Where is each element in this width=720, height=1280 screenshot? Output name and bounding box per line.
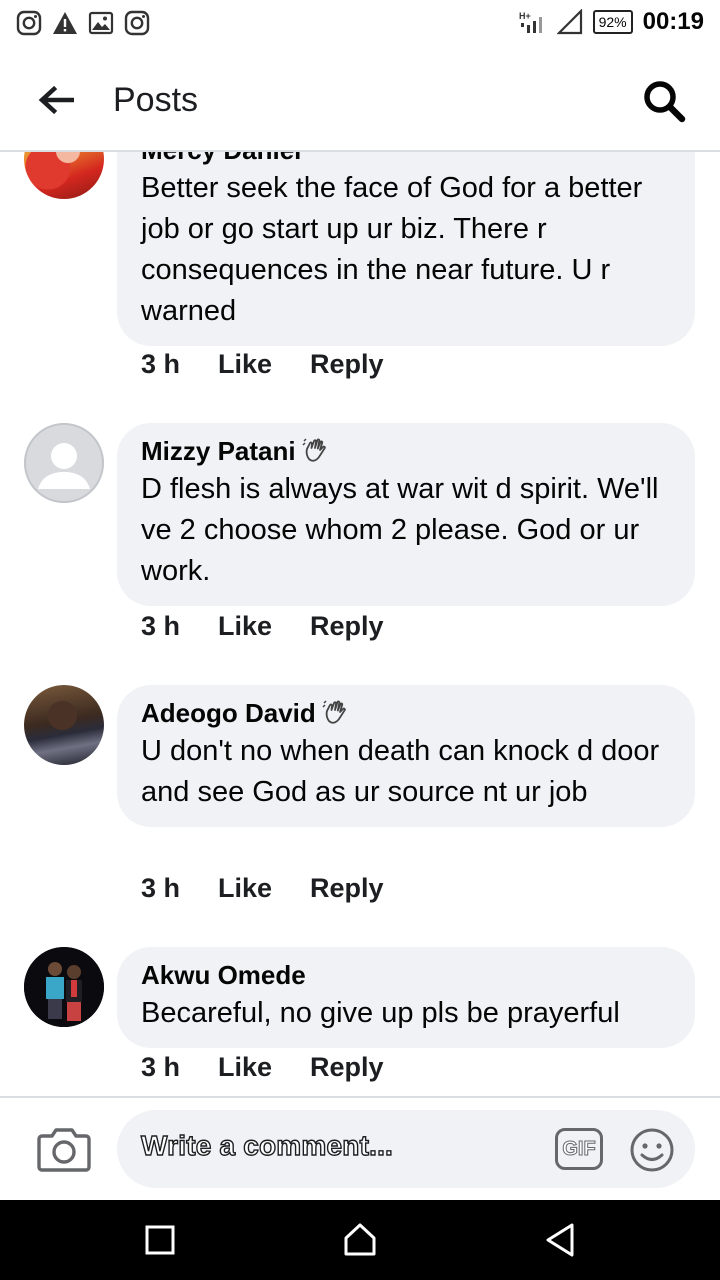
comment-author[interactable]: Mizzy Patani — [141, 433, 671, 469]
warning-icon — [53, 12, 77, 34]
reply-button[interactable]: Reply — [310, 349, 384, 380]
comment-author[interactable]: Mercy Daniel — [141, 152, 671, 168]
comment-text: D flesh is always at war wit d spirit. W… — [141, 473, 659, 587]
default-avatar-icon — [24, 423, 104, 503]
comment-text: Becareful, no give up pls be prayerful — [141, 997, 620, 1029]
comment-actions: 3 h Like Reply — [141, 1052, 384, 1083]
comment-input[interactable]: Write a comment... GIF — [117, 1110, 695, 1188]
instagram-icon — [16, 10, 42, 36]
network-icon: H+ — [519, 11, 542, 33]
notification-icons — [16, 10, 150, 36]
author-name[interactable]: Mizzy Patani — [141, 433, 296, 469]
search-button[interactable] — [636, 76, 692, 126]
back-button[interactable] — [32, 80, 80, 120]
avatar[interactable] — [24, 947, 104, 1027]
app-bar: Posts — [0, 48, 720, 152]
status-bar: H+ 92% 00:19 — [0, 0, 720, 48]
recents-icon[interactable] — [140, 1220, 180, 1260]
system-nav-bar — [0, 1200, 720, 1280]
comment-bubble[interactable]: Adeogo David U don't no when death can k… — [117, 685, 695, 827]
instagram-icon — [124, 10, 150, 36]
like-button[interactable]: Like — [218, 349, 310, 380]
status-indicators: H+ 92% 00:19 — [519, 8, 704, 36]
avatar[interactable] — [24, 685, 104, 765]
battery-indicator: 92% — [592, 10, 633, 34]
comment-bubble[interactable]: Akwu Omede Becareful, no give up pls be … — [117, 947, 695, 1048]
comment-time: 3 h — [141, 1052, 181, 1082]
back-triangle-icon[interactable] — [540, 1220, 580, 1260]
home-icon[interactable] — [340, 1220, 380, 1260]
comment-author[interactable]: Akwu Omede — [141, 957, 671, 993]
comment-composer: Write a comment... GIF — [0, 1096, 720, 1200]
author-name[interactable]: Adeogo David — [141, 695, 316, 731]
emoji-icon[interactable] — [629, 1127, 675, 1173]
new-member-badge-icon — [302, 438, 326, 462]
page-title: Posts — [113, 81, 199, 119]
comment-input-placeholder: Write a comment... — [140, 1129, 394, 1161]
comment-bubble[interactable]: Mercy Daniel Better seek the face of God… — [117, 152, 695, 346]
like-button[interactable]: Like — [218, 873, 310, 904]
arrow-left-icon — [38, 85, 74, 115]
like-button[interactable]: Like — [218, 1052, 310, 1083]
comment-time: 3 h — [141, 349, 181, 379]
image-icon — [88, 11, 114, 35]
comment-text: Better seek the face of God for a better… — [141, 172, 643, 327]
search-icon — [644, 81, 686, 123]
like-button[interactable]: Like — [218, 611, 310, 642]
camera-icon — [37, 1128, 91, 1172]
avatar[interactable] — [24, 423, 104, 503]
comment-actions: 3 h Like Reply — [141, 611, 384, 642]
comment-bubble[interactable]: Mizzy Patani D flesh is always at war wi… — [117, 423, 695, 606]
comments-list[interactable]: Mercy Daniel Better seek the face of God… — [0, 152, 720, 1096]
comment-text: U don't no when death can knock d door a… — [141, 735, 660, 808]
clock: 00:19 — [642, 8, 704, 35]
gif-label: GIF — [562, 1137, 596, 1160]
svg-text:H+: H+ — [519, 11, 531, 21]
author-name[interactable]: Akwu Omede — [141, 957, 306, 993]
reply-button[interactable]: Reply — [310, 873, 384, 904]
gif-button[interactable]: GIF — [555, 1128, 603, 1170]
avatar[interactable] — [24, 152, 104, 199]
reply-button[interactable]: Reply — [310, 1052, 384, 1083]
comment-author[interactable]: Adeogo David — [141, 695, 671, 731]
author-name[interactable]: Mercy Daniel — [141, 152, 301, 168]
comment-time: 3 h — [141, 611, 181, 641]
new-member-badge-icon — [322, 700, 346, 724]
comment-actions: 3 h Like Reply — [141, 349, 384, 380]
camera-button[interactable] — [36, 1124, 92, 1174]
reply-button[interactable]: Reply — [310, 611, 384, 642]
avatar-photo — [24, 947, 104, 1027]
signal-icon — [556, 9, 582, 35]
comment-time: 3 h — [141, 873, 181, 903]
comment-actions: 3 h Like Reply — [141, 873, 384, 904]
